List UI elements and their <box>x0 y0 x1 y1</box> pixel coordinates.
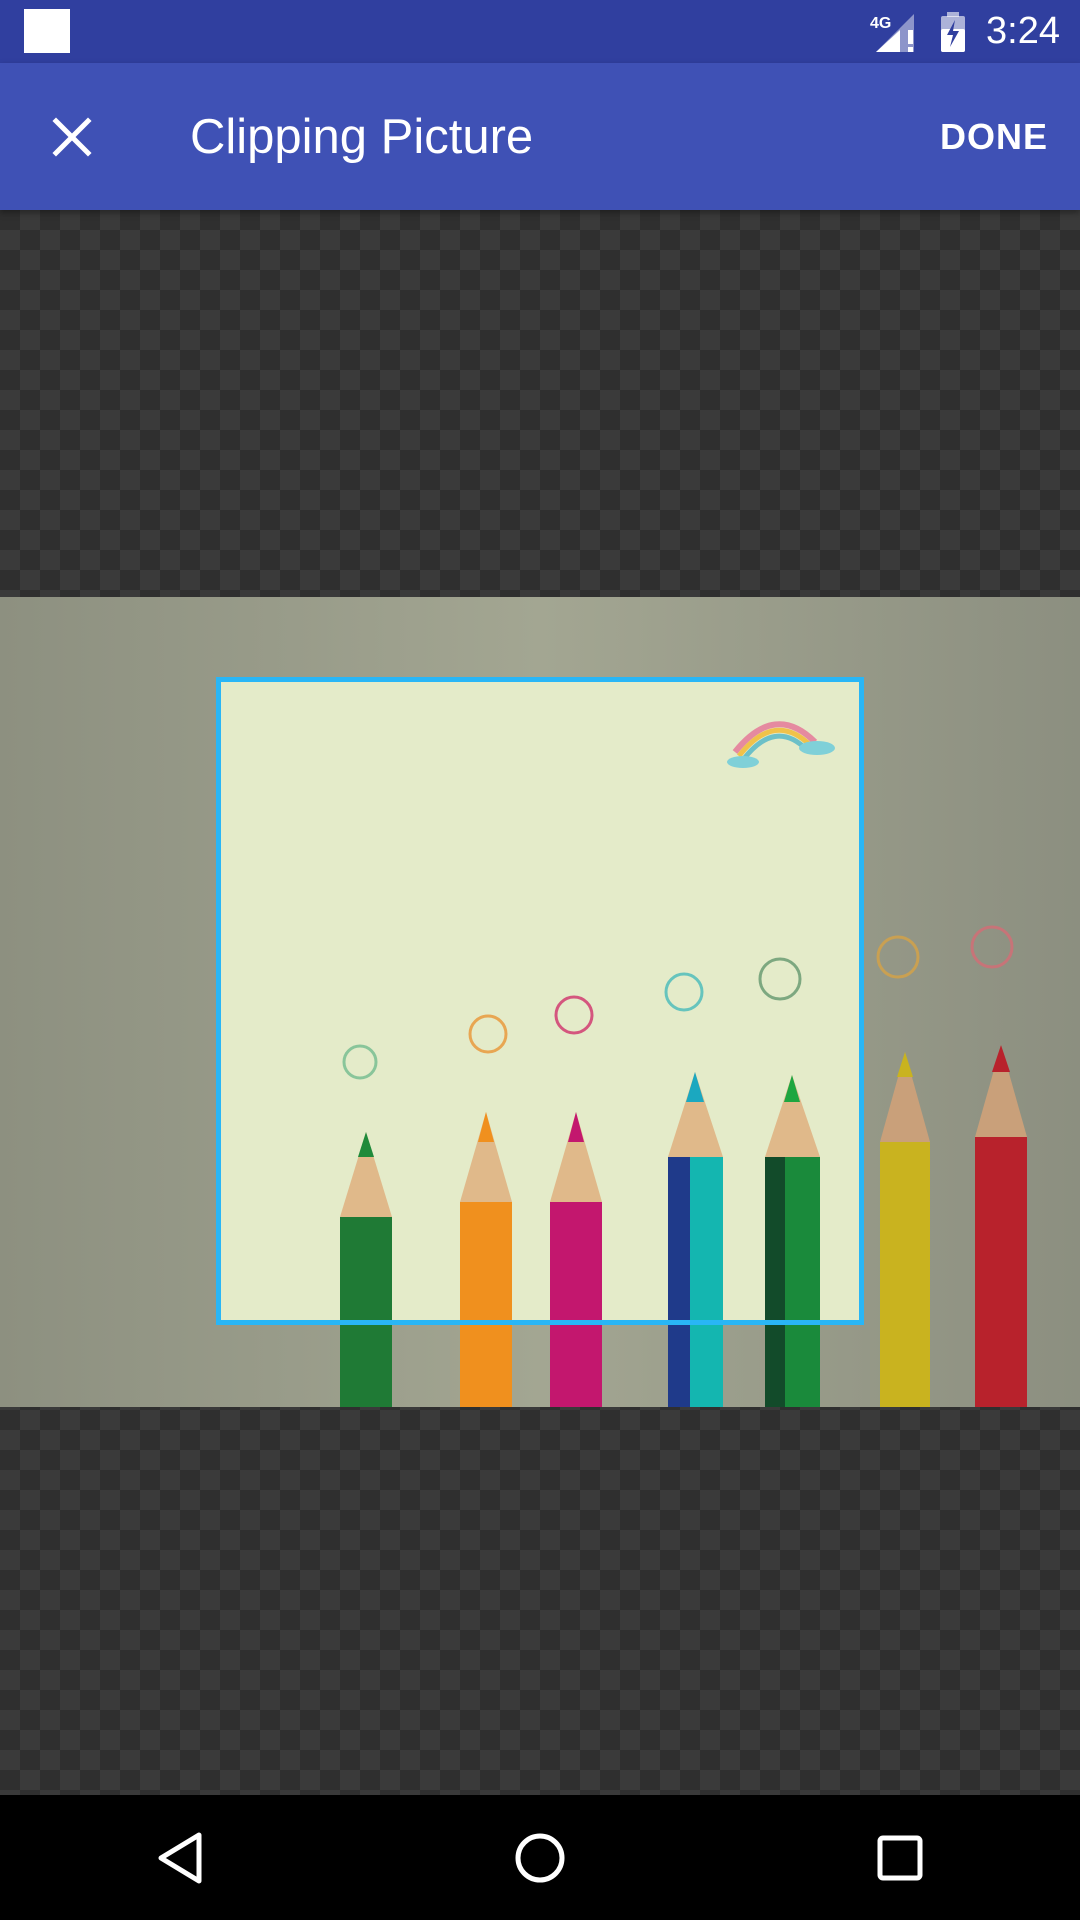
close-icon <box>52 117 92 157</box>
notification-square-icon <box>24 9 70 53</box>
signal-4g-icon: 4G <box>870 13 915 52</box>
status-bar: 4G 3:24 <box>0 0 1080 63</box>
crop-selection-box[interactable] <box>216 677 864 1325</box>
page-title: Clipping Picture <box>190 110 534 164</box>
recents-button[interactable] <box>840 1798 960 1918</box>
back-icon <box>158 1832 202 1883</box>
app-bar: Clipping Picture DONE <box>0 63 1080 210</box>
home-icon <box>515 1833 565 1882</box>
navigation-bar <box>0 1795 1080 1920</box>
back-button[interactable] <box>120 1798 240 1918</box>
recents-icon <box>877 1835 923 1880</box>
home-button[interactable] <box>480 1798 600 1918</box>
network-label: 4G <box>870 15 891 32</box>
done-button[interactable]: DONE <box>940 111 1048 163</box>
battery-charging-icon <box>941 11 966 52</box>
close-button[interactable] <box>36 101 108 173</box>
status-time: 3:24 <box>986 10 1060 52</box>
